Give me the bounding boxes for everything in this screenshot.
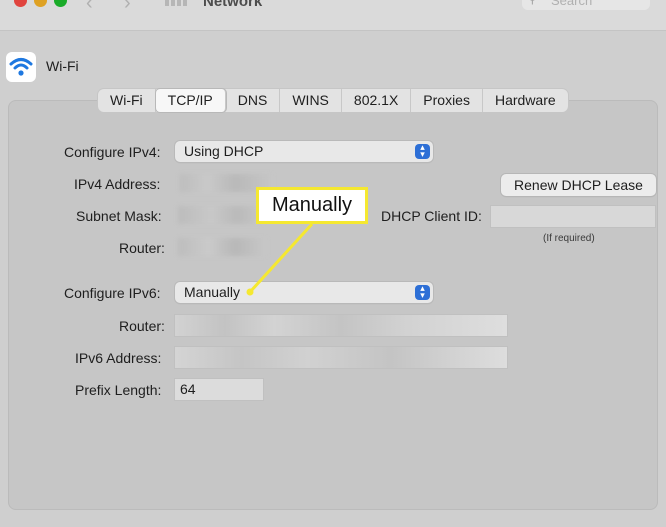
callout-pointer xyxy=(246,222,314,296)
callout-label: Manually xyxy=(256,187,368,224)
